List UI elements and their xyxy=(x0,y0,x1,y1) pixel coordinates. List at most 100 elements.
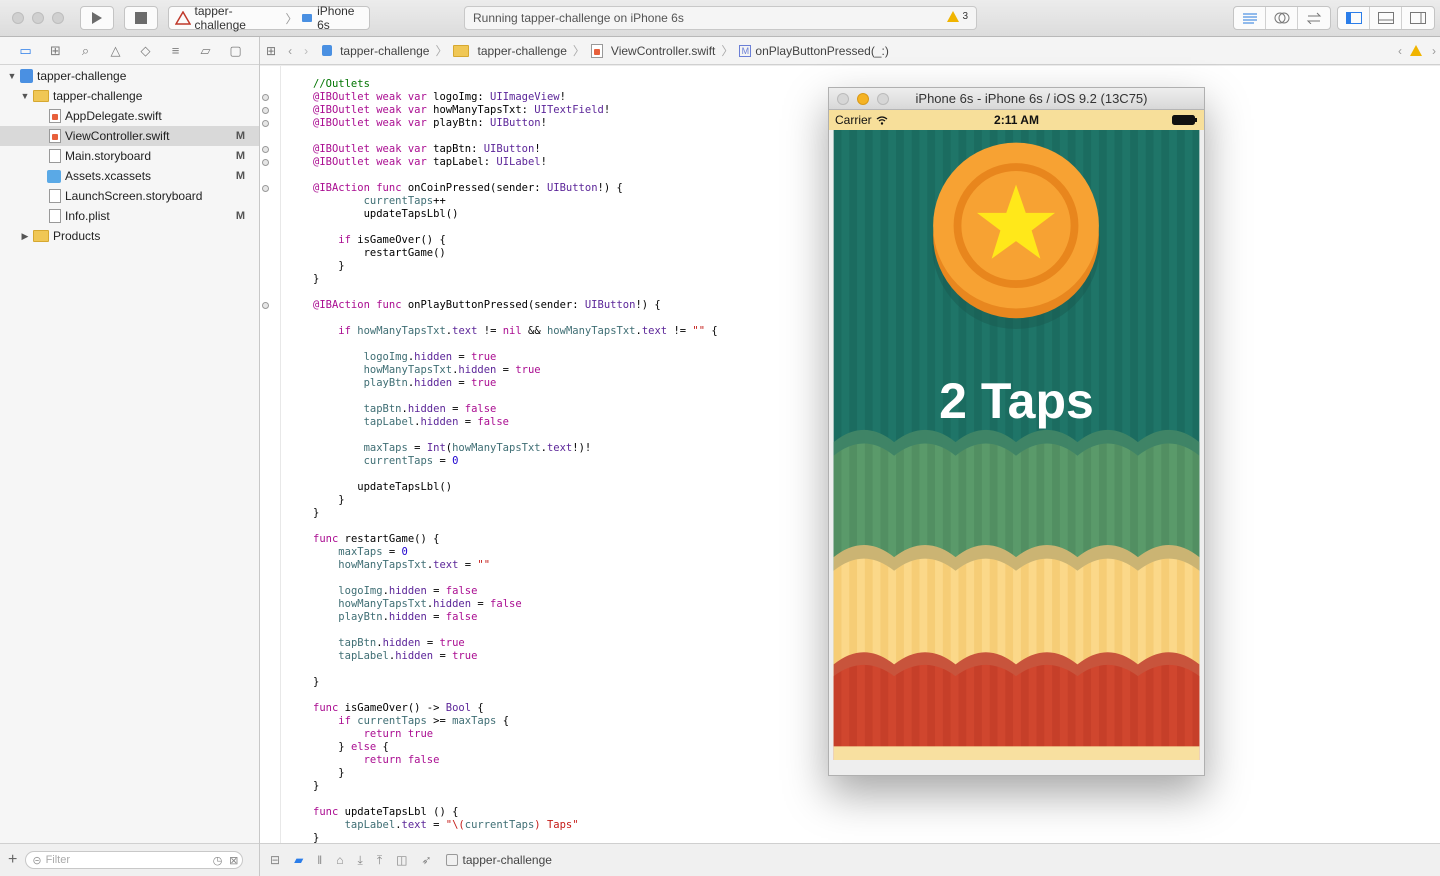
standard-editor-button[interactable] xyxy=(1234,7,1266,29)
tree-item-label: Assets.xcassets xyxy=(65,169,152,183)
tree-item-assets[interactable]: Assets.xcassets M xyxy=(0,166,259,186)
zoom-window-button[interactable] xyxy=(52,12,64,24)
disclosure-open-icon[interactable]: ▼ xyxy=(19,91,31,101)
tree-item-main-storyboard[interactable]: Main.storyboard M xyxy=(0,146,259,166)
red-wave xyxy=(833,664,1200,760)
scheme-selector[interactable]: tapper-challenge 〉 iPhone 6s xyxy=(168,4,370,32)
jumpbar-project[interactable]: tapper-challenge xyxy=(322,44,429,58)
project-icon xyxy=(20,69,33,83)
issue-icon[interactable]: △ xyxy=(107,43,124,59)
stop-button[interactable] xyxy=(124,6,158,30)
folder-icon xyxy=(453,44,470,57)
symbol-icon[interactable]: ⊞ xyxy=(47,43,64,59)
storyboard-icon xyxy=(49,149,61,163)
game-background xyxy=(833,130,1200,760)
recent-icon[interactable]: ◷ xyxy=(213,854,223,867)
toggle-navigator-button[interactable] xyxy=(1338,7,1370,29)
minimize-window-button[interactable] xyxy=(32,12,44,24)
outlet-connection-icon[interactable] xyxy=(262,107,269,114)
left-panel-icon xyxy=(1345,12,1362,24)
method-icon: M xyxy=(739,44,752,57)
simulator-window: iPhone 6s - iPhone 6s / iOS 9.2 (13C75) … xyxy=(828,87,1205,776)
disclosure-open-icon[interactable]: ▼ xyxy=(6,71,18,81)
hide-debug-area-icon[interactable]: ⊟ xyxy=(270,853,280,867)
filter-placeholder: Filter xyxy=(45,854,71,866)
jumpbar-method[interactable]: M onPlayButtonPressed(_:) xyxy=(739,44,889,58)
simulator-title-bar[interactable]: iPhone 6s - iPhone 6s / iOS 9.2 (13C75) xyxy=(829,88,1204,110)
back-icon[interactable]: ‹ xyxy=(288,44,292,58)
debug-icon[interactable]: ≡ xyxy=(167,43,184,58)
report-icon[interactable]: ▢ xyxy=(227,43,244,59)
disclosure-closed-icon[interactable]: ▶ xyxy=(19,231,31,242)
tree-item-project[interactable]: ▼ tapper-challenge xyxy=(0,66,259,86)
swift-file-icon xyxy=(49,109,61,123)
outlet-connection-icon[interactable] xyxy=(262,120,269,127)
project-navigator: ▭ ⊞ ⌕ △ ◇ ≡ ▱ ▢ ▼ tapper-challenge ▼ tap… xyxy=(0,37,260,876)
scm-badge: M xyxy=(235,210,245,222)
previous-issue-icon[interactable]: ‹ xyxy=(1398,44,1402,58)
breakpoint-icon[interactable]: ▱ xyxy=(197,43,214,59)
ios-status-bar: Carrier 2:11 AM xyxy=(829,110,1204,130)
step-over-icon[interactable]: ⌂ xyxy=(336,853,343,867)
debug-target[interactable]: tapper-challenge xyxy=(445,853,552,867)
battery-icon xyxy=(1172,115,1197,125)
step-out-icon[interactable]: ⤒ xyxy=(377,853,382,868)
zoom-window-button[interactable] xyxy=(877,93,889,105)
run-button[interactable] xyxy=(80,6,114,30)
tree-item-launchscreen[interactable]: LaunchScreen.storyboard xyxy=(0,186,259,206)
action-connection-icon[interactable] xyxy=(262,302,269,309)
device-screen[interactable]: Carrier 2:11 AM 2 Taps xyxy=(829,110,1204,776)
toggle-debug-area-button[interactable] xyxy=(1370,7,1402,29)
swift-file-icon xyxy=(590,43,603,58)
action-connection-icon[interactable] xyxy=(262,185,269,192)
jumpbar-file[interactable]: ViewController.swift xyxy=(590,43,715,58)
right-panel-icon xyxy=(1410,12,1426,24)
tree-item-appdelegate[interactable]: AppDelegate.swift xyxy=(0,106,259,126)
tree-item-products[interactable]: ▶ Products xyxy=(0,226,259,246)
outlet-connection-icon[interactable] xyxy=(262,94,269,101)
related-items-icon[interactable]: ⊞ xyxy=(266,44,276,58)
warning-icon xyxy=(947,11,960,22)
outlet-connection-icon[interactable] xyxy=(262,159,269,166)
toggle-utilities-button[interactable] xyxy=(1402,7,1434,29)
pause-icon[interactable]: ‖ xyxy=(317,853,322,867)
jumpbar-group[interactable]: tapper-challenge xyxy=(453,44,567,58)
version-editor-button[interactable] xyxy=(1298,7,1330,29)
location-icon[interactable]: ➶ xyxy=(421,853,431,867)
tree-item-label: Main.storyboard xyxy=(65,149,152,163)
folder-icon[interactable]: ▭ xyxy=(17,43,34,59)
search-icon[interactable]: ⌕ xyxy=(77,43,94,59)
tree-item-infoplist[interactable]: Info.plist M xyxy=(0,206,259,226)
view-hierarchy-icon[interactable]: ◫ xyxy=(396,853,407,867)
close-window-button[interactable] xyxy=(12,12,24,24)
tree-item-label: Info.plist xyxy=(65,209,110,223)
outlet-connection-icon[interactable] xyxy=(262,146,269,153)
lines-icon xyxy=(1242,13,1257,24)
folder-icon xyxy=(33,230,49,242)
add-icon[interactable]: + xyxy=(8,851,17,869)
warning-badge[interactable]: 3 xyxy=(947,11,968,22)
coin-tap-button[interactable] xyxy=(932,142,1100,329)
filter-input[interactable]: ⊝ Filter ◷ ⊠ xyxy=(25,851,244,869)
minimize-window-button[interactable] xyxy=(857,93,869,105)
version-icon xyxy=(1306,12,1322,24)
warning-icon[interactable] xyxy=(1410,45,1422,56)
filter-icon: ⊝ xyxy=(32,854,42,867)
storyboard-icon xyxy=(49,189,61,203)
breakpoints-toggle-icon[interactable]: ▰ xyxy=(294,853,303,867)
tree-item-label: tapper-challenge xyxy=(37,69,127,83)
scheme-project-label: tapper-challenge xyxy=(194,4,246,32)
tree-item-group[interactable]: ▼ tapper-challenge xyxy=(0,86,259,106)
scheme-device-label: iPhone 6s xyxy=(317,4,355,32)
step-into-icon[interactable]: ⤓ xyxy=(358,853,363,868)
test-icon[interactable]: ◇ xyxy=(137,43,154,59)
navigator-filter-bar: + ⊝ Filter ◷ ⊠ xyxy=(0,843,259,876)
wifi-icon xyxy=(876,115,888,125)
assistant-editor-button[interactable] xyxy=(1266,7,1298,29)
close-window-button[interactable] xyxy=(837,93,849,105)
next-issue-icon[interactable]: › xyxy=(1432,44,1436,58)
scm-filter-icon[interactable]: ⊠ xyxy=(229,854,238,867)
forward-icon[interactable]: › xyxy=(304,44,308,58)
tree-item-label: AppDelegate.swift xyxy=(65,109,162,123)
tree-item-viewcontroller[interactable]: ViewController.swift M xyxy=(0,126,259,146)
